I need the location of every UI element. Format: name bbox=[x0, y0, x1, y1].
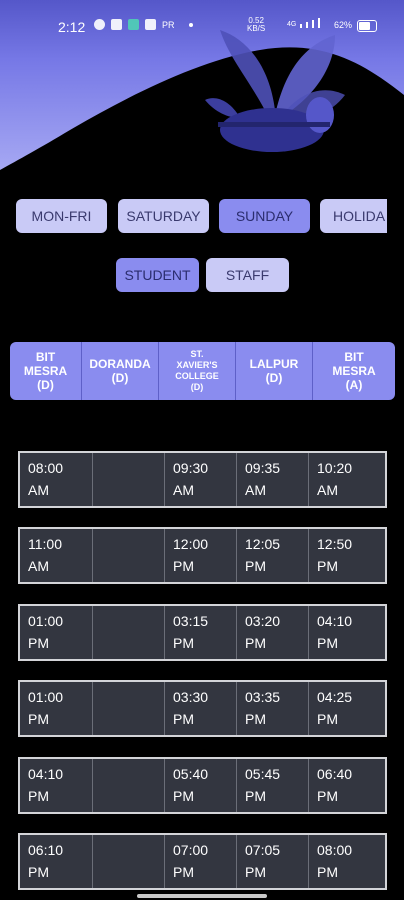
time-cell: 03:35 PM bbox=[237, 682, 309, 735]
time-cell: 07:05 PM bbox=[237, 835, 309, 888]
column-doranda: DORANDA (D) bbox=[82, 342, 159, 400]
header-banner: 2:12 PR 0.52 KB/S 4G 62% bbox=[0, 0, 404, 180]
status-time: 2:12 bbox=[58, 19, 86, 35]
battery-icon bbox=[357, 20, 377, 32]
table-row: 06:10 PM 07:00 PM 07:05 PM 08:00 PM bbox=[18, 833, 387, 890]
time-cell: 05:40 PM bbox=[165, 759, 237, 812]
time-cell bbox=[93, 682, 165, 735]
time-cell: 03:20 PM bbox=[237, 606, 309, 659]
home-icon bbox=[145, 19, 156, 30]
time-cell: 03:15 PM bbox=[165, 606, 237, 659]
time-cell: 01:00 PM bbox=[20, 606, 93, 659]
network-speed: 0.52 KB/S bbox=[247, 16, 266, 33]
time-cell bbox=[93, 606, 165, 659]
tab-mon-fri[interactable]: MON-FRI bbox=[16, 199, 107, 233]
tab-student[interactable]: STUDENT bbox=[116, 258, 199, 292]
time-cell: 08:00 PM bbox=[317, 842, 353, 880]
time-cell: 04:25 PM bbox=[317, 689, 353, 727]
time-cell: 06:40 PM bbox=[317, 766, 353, 804]
time-cell: 08:00 AM bbox=[20, 453, 93, 506]
tab-sunday[interactable]: SUNDAY bbox=[219, 199, 310, 233]
day-tabs: MON-FRI SATURDAY SUNDAY HOLIDA bbox=[0, 199, 404, 233]
table-row: 04:10 PM 05:40 PM 05:45 PM 06:40 PM bbox=[18, 757, 387, 814]
table-row: 01:00 PM 03:15 PM 03:20 PM 04:10 PM bbox=[18, 604, 387, 661]
time-cell: 04:10 PM bbox=[20, 759, 93, 812]
time-cell bbox=[93, 453, 165, 506]
time-cell: 01:00 PM bbox=[20, 682, 93, 735]
instagram-icon bbox=[111, 19, 122, 30]
carrier-badge: PR bbox=[162, 19, 175, 30]
column-lalpur: LALPUR (D) bbox=[236, 342, 313, 400]
route-column-headers: BIT MESRA (D) DORANDA (D) ST. XAVIER'S C… bbox=[10, 342, 395, 400]
app-notification-icon bbox=[128, 19, 139, 30]
tabs-scroll-edge bbox=[387, 199, 404, 233]
time-cell: 04:10 PM bbox=[317, 613, 353, 651]
more-dot-icon bbox=[188, 22, 193, 27]
table-row: 01:00 PM 03:30 PM 03:35 PM 04:25 PM bbox=[18, 680, 387, 737]
time-cell bbox=[93, 529, 165, 582]
time-cell: 10:20 AM bbox=[317, 460, 353, 498]
time-cell: 12:00 PM bbox=[165, 529, 237, 582]
time-cell: 12:50 PM bbox=[317, 536, 353, 574]
column-st-xaviers-college: ST. XAVIER'S COLLEGE (D) bbox=[159, 342, 236, 400]
battery-percent: 62% bbox=[334, 20, 353, 30]
table-row: 11:00 AM 12:00 PM 12:05 PM 12:50 PM bbox=[18, 527, 387, 584]
status-notification-icons: PR bbox=[94, 19, 193, 30]
time-cell: 09:35 AM bbox=[237, 453, 309, 506]
column-bit-mesra-a: BIT MESRA (A) bbox=[332, 350, 376, 392]
home-indicator[interactable] bbox=[137, 894, 267, 898]
status-bar: 2:12 PR 0.52 KB/S 4G 62% bbox=[0, 0, 404, 40]
signal-strength-icon: 4G bbox=[287, 18, 321, 28]
tab-staff[interactable]: STAFF bbox=[206, 258, 289, 292]
user-type-tabs: STUDENT STAFF bbox=[0, 258, 404, 292]
table-row: 08:00 AM 09:30 AM 09:35 AM 10:20 AM bbox=[18, 451, 387, 508]
time-cell: 12:05 PM bbox=[237, 529, 309, 582]
time-cell: 05:45 PM bbox=[237, 759, 309, 812]
tab-saturday[interactable]: SATURDAY bbox=[118, 199, 209, 233]
time-cell bbox=[93, 759, 165, 812]
time-cell: 03:30 PM bbox=[165, 682, 237, 735]
notification-bell-icon bbox=[94, 19, 105, 30]
time-cell: 07:00 PM bbox=[165, 835, 237, 888]
time-cell: 06:10 PM bbox=[20, 835, 93, 888]
time-cell: 09:30 AM bbox=[165, 453, 237, 506]
time-cell bbox=[93, 835, 165, 888]
column-bit-mesra-d: BIT MESRA (D) bbox=[10, 342, 82, 400]
time-cell: 11:00 AM bbox=[20, 529, 93, 582]
